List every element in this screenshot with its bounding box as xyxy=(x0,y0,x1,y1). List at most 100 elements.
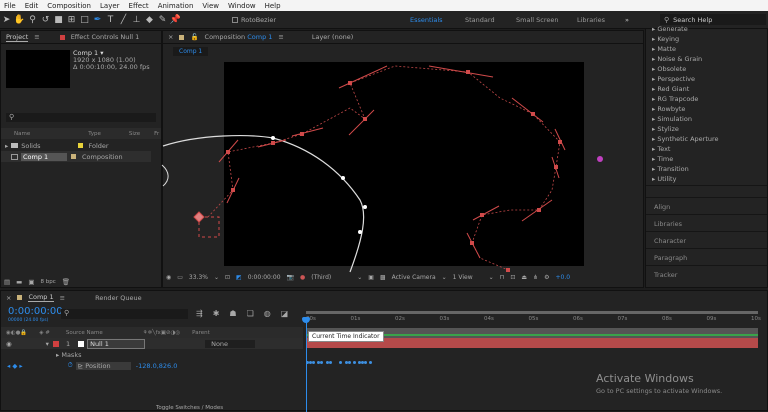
safe-zones-icon[interactable]: ⊡ xyxy=(225,274,230,281)
layer-name[interactable]: Null 1 xyxy=(87,338,146,349)
parent-dropdown[interactable]: None xyxy=(205,339,256,348)
effect-category[interactable]: ▸ Transition xyxy=(646,165,767,175)
keyframe-marker[interactable] xyxy=(364,361,367,364)
fast-previews-icon[interactable]: ⊡ xyxy=(510,274,515,281)
keyframe-marker[interactable] xyxy=(320,361,323,364)
tab-comp-1[interactable]: Comp 1 xyxy=(28,293,54,302)
stopwatch-icon[interactable]: ⏱ xyxy=(68,361,73,370)
rectangle-tool-icon[interactable]: □ xyxy=(78,15,91,25)
text-tool-icon[interactable]: T xyxy=(104,15,117,25)
workspaces-more-button[interactable]: » xyxy=(625,16,629,24)
column-fr[interactable]: Fr xyxy=(154,131,159,137)
column-source-name[interactable]: Source Name xyxy=(66,330,103,336)
workspace-essentials[interactable]: Essentials xyxy=(410,16,443,24)
color-channels-icon[interactable]: ● xyxy=(300,274,305,281)
panel-tracker[interactable]: Tracker xyxy=(646,265,767,282)
effect-category[interactable]: ▸ RG Trapcode xyxy=(646,95,767,105)
menu-edit[interactable]: Edit xyxy=(25,2,39,10)
project-item-solids[interactable]: ▸ Solids Folder xyxy=(1,140,161,151)
view-layout-dropdown[interactable]: 1 View xyxy=(453,274,483,281)
snapshot-icon[interactable]: 📷 xyxy=(287,274,294,281)
transparency-grid-icon[interactable]: ▩ xyxy=(380,274,386,281)
menu-help[interactable]: Help xyxy=(265,2,281,10)
region-of-interest-icon[interactable]: ▣ xyxy=(368,274,374,281)
project-search-input[interactable]: ⚲ xyxy=(6,113,156,122)
keyframe-marker[interactable] xyxy=(369,361,372,364)
clone-stamp-tool-icon[interactable]: ⊥ xyxy=(130,15,143,25)
hand-tool-icon[interactable]: ✋ xyxy=(13,15,26,25)
effect-category[interactable]: ▸ Red Giant xyxy=(646,85,767,95)
keyframe-marker[interactable] xyxy=(348,361,351,364)
roto-brush-tool-icon[interactable]: ✎ xyxy=(156,15,169,25)
position-value[interactable]: -128.0,826.0 xyxy=(136,362,178,370)
menu-composition[interactable]: Composition xyxy=(47,2,91,10)
new-composition-icon[interactable]: ▣ xyxy=(28,278,34,286)
keyframe-marker[interactable] xyxy=(329,361,332,364)
visibility-icon[interactable]: ◉ xyxy=(6,340,12,348)
effect-category[interactable]: ▸ Utility xyxy=(646,175,767,185)
resolution-dropdown[interactable]: (Third) xyxy=(311,274,351,281)
column-size[interactable]: Size xyxy=(129,131,140,137)
current-time[interactable]: 0:00:00:00 xyxy=(248,274,281,281)
menu-window[interactable]: Window xyxy=(228,2,256,10)
motion-blur-icon[interactable]: ◍ xyxy=(264,309,271,318)
selection-tool-icon[interactable]: ➤ xyxy=(0,15,13,25)
panel-align[interactable]: Align xyxy=(646,197,767,214)
shy-icon[interactable]: ☗ xyxy=(229,309,236,318)
current-time-indicator[interactable] xyxy=(306,321,307,412)
zoom-tool-icon[interactable]: ⚲ xyxy=(26,15,39,25)
timeline-icon[interactable]: ⏏ xyxy=(521,274,527,281)
column-type[interactable]: Type xyxy=(88,131,101,137)
effect-category[interactable]: ▸ Time xyxy=(646,155,767,165)
tab-render-queue[interactable]: Render Queue xyxy=(95,294,142,302)
workspace-standard[interactable]: Standard xyxy=(465,16,495,24)
pixel-aspect-icon[interactable]: ⊓ xyxy=(500,274,505,281)
pan-behind-tool-icon[interactable]: ⊞ xyxy=(65,15,78,25)
new-folder-icon[interactable]: ▬ xyxy=(16,278,22,286)
effect-category[interactable]: ▸ Text xyxy=(646,145,767,155)
interpret-footage-icon[interactable]: ▤ xyxy=(4,278,10,286)
project-item-comp-1[interactable]: Comp 1 Composition xyxy=(1,151,151,162)
comp-breadcrumb[interactable]: Comp 1 xyxy=(173,47,209,56)
column-parent[interactable]: Parent xyxy=(192,330,210,336)
effect-category[interactable]: ▸ Simulation xyxy=(646,115,767,125)
trash-icon[interactable]: 🗑 xyxy=(62,278,70,286)
effect-category[interactable]: ▸ Keying xyxy=(646,35,767,45)
menu-animation[interactable]: Animation xyxy=(158,2,194,10)
panel-paragraph[interactable]: Paragraph xyxy=(646,248,767,265)
workspace-small-screen[interactable]: Small Screen xyxy=(516,16,558,24)
search-help-input[interactable]: ⚲ Search Help xyxy=(660,14,766,25)
exposure-reset-icon[interactable]: ⚙ xyxy=(544,274,549,281)
effect-category[interactable]: ▸ Synthetic Aperture xyxy=(646,135,767,145)
effect-category[interactable]: ▸ Rowbyte xyxy=(646,105,767,115)
menu-effect[interactable]: Effect xyxy=(129,2,149,10)
panel-character[interactable]: Character xyxy=(646,231,767,248)
exposure-value[interactable]: +0.0 xyxy=(556,274,571,281)
eraser-tool-icon[interactable]: ◆ xyxy=(143,15,156,25)
graph-editor-icon[interactable]: ◪ xyxy=(281,309,289,318)
camera-dropdown[interactable]: Active Camera xyxy=(392,274,436,281)
pen-tool-icon[interactable]: ✒ xyxy=(91,15,104,25)
tab-composition[interactable]: Composition Comp 1 xyxy=(205,33,273,41)
magnification-dropdown[interactable]: 33.3% xyxy=(189,274,208,281)
toggle-switches-modes-button[interactable]: Toggle Switches / Modes xyxy=(156,405,223,411)
flowchart-icon[interactable]: ⋔ xyxy=(533,274,538,281)
keyframe-marker[interactable] xyxy=(339,361,342,364)
rotobezier-checkbox[interactable]: RotoBezier xyxy=(232,16,276,24)
menu-layer[interactable]: Layer xyxy=(100,2,120,10)
puppet-pin-tool-icon[interactable]: 📌 xyxy=(169,15,182,25)
layer-row-null-1[interactable]: ◉ ▾ 1 Null 1 None xyxy=(1,338,303,349)
frame-blending-icon[interactable]: ❏ xyxy=(247,309,254,318)
effect-category[interactable]: ▸ Perspective xyxy=(646,75,767,85)
keyframe-marker[interactable] xyxy=(353,361,356,364)
work-area-bar[interactable] xyxy=(306,311,758,314)
timeline-search-input[interactable]: ⚲ xyxy=(61,309,188,319)
time-ruler[interactable]: 00s 01s 02s 03s 04s 05s 06s 07s 08s 09s 10s xyxy=(306,316,761,328)
bit-depth-button[interactable]: 8 bpc xyxy=(40,279,55,285)
tab-effect-controls[interactable]: Effect Controls Null 1 xyxy=(71,33,140,41)
composition-viewer[interactable] xyxy=(224,62,584,266)
rotate-tool-icon[interactable]: ↺ xyxy=(39,15,52,25)
timecode-display[interactable]: 0:00:00:00 xyxy=(8,306,63,317)
masks-group[interactable]: ▸ Masks xyxy=(56,349,81,360)
tab-project[interactable]: Project xyxy=(6,33,29,42)
